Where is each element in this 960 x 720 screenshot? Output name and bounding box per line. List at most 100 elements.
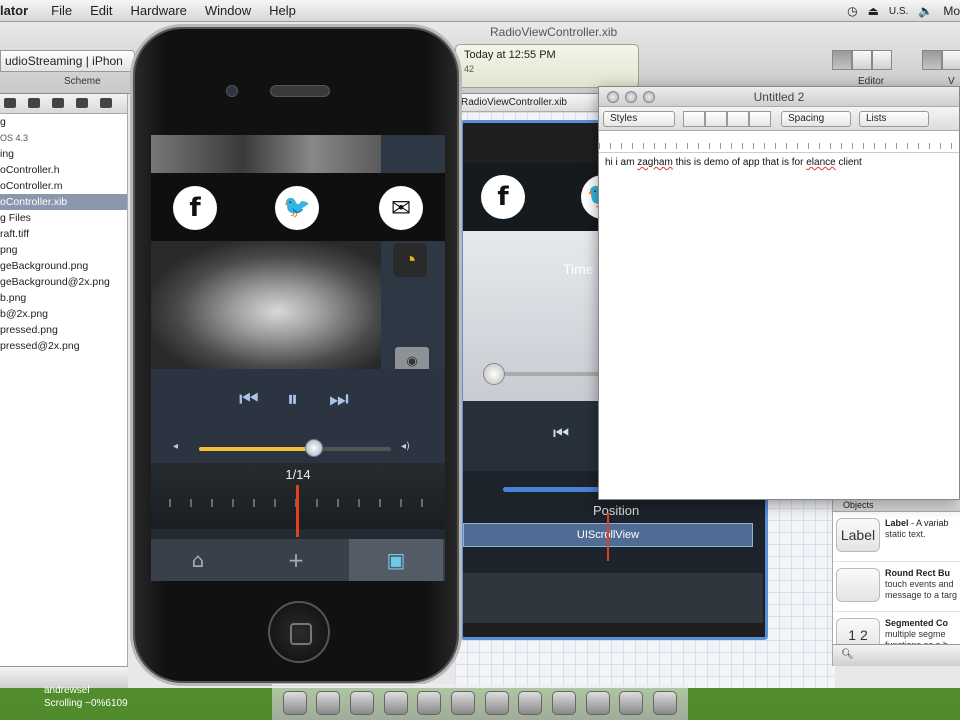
navigator-file-row[interactable]: g [0,114,127,130]
navigator-file-row[interactable]: b.png [0,290,127,306]
ib-volume-slider[interactable] [503,487,613,492]
navigator-file-row[interactable]: png [0,242,127,258]
close-icon[interactable] [607,91,619,103]
align-left-button[interactable] [683,111,705,127]
navigator-file-row[interactable]: raft.tiff [0,226,127,242]
earpiece [270,85,330,97]
calendar-icon[interactable] [350,690,375,715]
align-justify-button[interactable] [727,111,749,127]
volume-slider[interactable] [199,447,391,451]
ruler[interactable] [599,131,959,153]
ib-previous-icon[interactable]: ⏮ [553,423,569,444]
mail-icon[interactable] [316,690,341,715]
scheme-label: Scheme [64,76,101,87]
library-item-title: Label - A variab [885,518,949,528]
volume-thumb[interactable] [305,439,324,457]
skype-icon[interactable] [451,690,476,715]
align-center-button[interactable] [705,111,727,127]
previous-icon[interactable]: ⏮ [239,387,259,412]
input-locale[interactable]: U.S. [889,6,908,17]
navigator-file-row[interactable]: geBackground@2x.png [0,274,127,290]
folder-icon[interactable] [585,690,610,715]
tab-home-icon[interactable]: ⌂ [151,539,245,581]
zoom-icon[interactable] [643,91,655,103]
pause-icon[interactable]: ⏸ [287,387,298,412]
ib-art-label: Time [563,261,594,277]
finder-icon[interactable] [282,690,307,715]
eject-icon[interactable]: ⏏ [868,4,879,18]
textedit-icon[interactable] [552,690,577,715]
jump-bar[interactable]: RadioViewController.xib [455,94,605,112]
xcode-icon[interactable] [484,690,509,715]
ib-slider-thumb[interactable] [483,363,505,385]
library-item-round-rect-button[interactable]: Round Rect Bu touch events and message t… [833,562,960,612]
standard-editor-button[interactable] [832,50,852,70]
ib-position-label: Position [593,503,640,518]
tab-add-icon[interactable]: + [249,539,343,581]
navigator-file-row[interactable]: geBackground.png [0,258,127,274]
iphone-frame: f 🐦 ✉ ◔ ◉ ⏮ ⏸ ⏭ ◂ ◂) 1/14 ⌂ + ▣ [130,24,462,686]
menu-file[interactable]: File [42,3,81,18]
volume-fill [199,447,315,451]
navigator-file-row[interactable]: pressed.png [0,322,127,338]
scheme-popup[interactable]: udioStreaming | iPhon [0,50,135,72]
assistant-editor-button[interactable] [852,50,872,70]
simulator-screen: f 🐦 ✉ ◔ ◉ ⏮ ⏸ ⏭ ◂ ◂) 1/14 ⌂ + ▣ [151,135,445,581]
minimize-icon[interactable] [625,91,637,103]
navigator-file-row[interactable]: oController.h [0,162,127,178]
text-document[interactable]: hi i am zagham this is demo of app that … [599,153,959,172]
menu-app-name[interactable]: lator [0,3,42,18]
preview-icon[interactable] [518,690,543,715]
version-editor-button[interactable] [872,50,892,70]
list-icon[interactable] [52,98,64,108]
menu-help[interactable]: Help [260,3,305,18]
twitter-icon[interactable]: 🐦 [275,186,319,230]
menu-bar: lator File Edit Hardware Window Help ◷ ⏏… [0,0,960,22]
navigator-file-list: g OS 4.3 ing oController.h oController.m oCon… [0,114,127,354]
library-search-field[interactable]: 🔍︎ [833,644,960,666]
safari-icon[interactable] [383,690,408,715]
spacing-popup[interactable]: Spacing [781,111,851,127]
facebook-icon[interactable]: f [173,186,217,230]
navigator-file-row[interactable]: oController.m [0,178,127,194]
station-dial[interactable]: 1/14 [151,463,445,537]
project-navigator-icon[interactable] [4,98,16,108]
library-item-label[interactable]: Label Label - A variab static text. [833,512,960,562]
volume-icon[interactable]: 🔈 [918,4,933,18]
user-menu[interactable]: Mo [943,4,960,18]
navigator-file-row[interactable]: OS 4.3 [0,130,127,146]
trash-icon[interactable] [653,690,678,715]
navigator-file-row[interactable]: b@2x.png [0,306,127,322]
align-right-button[interactable] [749,111,771,127]
textedit-window: Untitled 2 Styles Spacing Lists hi i am … [598,86,960,500]
menu-edit[interactable]: Edit [81,3,121,18]
rss-icon[interactable]: ◔ [393,243,427,277]
navigator-file-row[interactable]: pressed@2x.png [0,338,127,354]
status-line: Scrolling ~0%6109 [44,698,128,709]
alignment-control [683,111,771,127]
time-machine-icon[interactable]: ◷ [847,4,857,18]
styles-popup[interactable]: Styles [603,111,675,127]
email-icon[interactable]: ✉ [379,186,423,230]
next-icon[interactable]: ⏭ [329,387,349,412]
log-icon[interactable] [100,98,112,108]
navigator-file-row[interactable]: g Files [0,210,127,226]
navigator-toggle-button[interactable] [922,50,942,70]
lists-popup[interactable]: Lists [859,111,929,127]
ib-facebook-icon[interactable]: f [481,175,525,219]
menu-hardware[interactable]: Hardware [122,3,196,18]
warning-icon[interactable] [28,98,40,108]
tab-radio-icon[interactable]: ▣ [349,539,443,581]
itunes-icon[interactable] [417,690,442,715]
library-item-title: Round Rect Bu [885,568,950,578]
status-line: andrewsel [44,685,90,696]
navigator-file-row[interactable]: ing [0,146,127,162]
debug-toggle-button[interactable] [942,50,960,70]
home-button[interactable] [268,601,330,663]
downloads-icon[interactable] [619,690,644,715]
text-run: hi i am [605,157,638,168]
menu-window[interactable]: Window [196,3,260,18]
textedit-titlebar: Untitled 2 [599,87,959,107]
navigator-file-row[interactable]: oController.xib [0,194,127,210]
breakpoint-icon[interactable] [76,98,88,108]
